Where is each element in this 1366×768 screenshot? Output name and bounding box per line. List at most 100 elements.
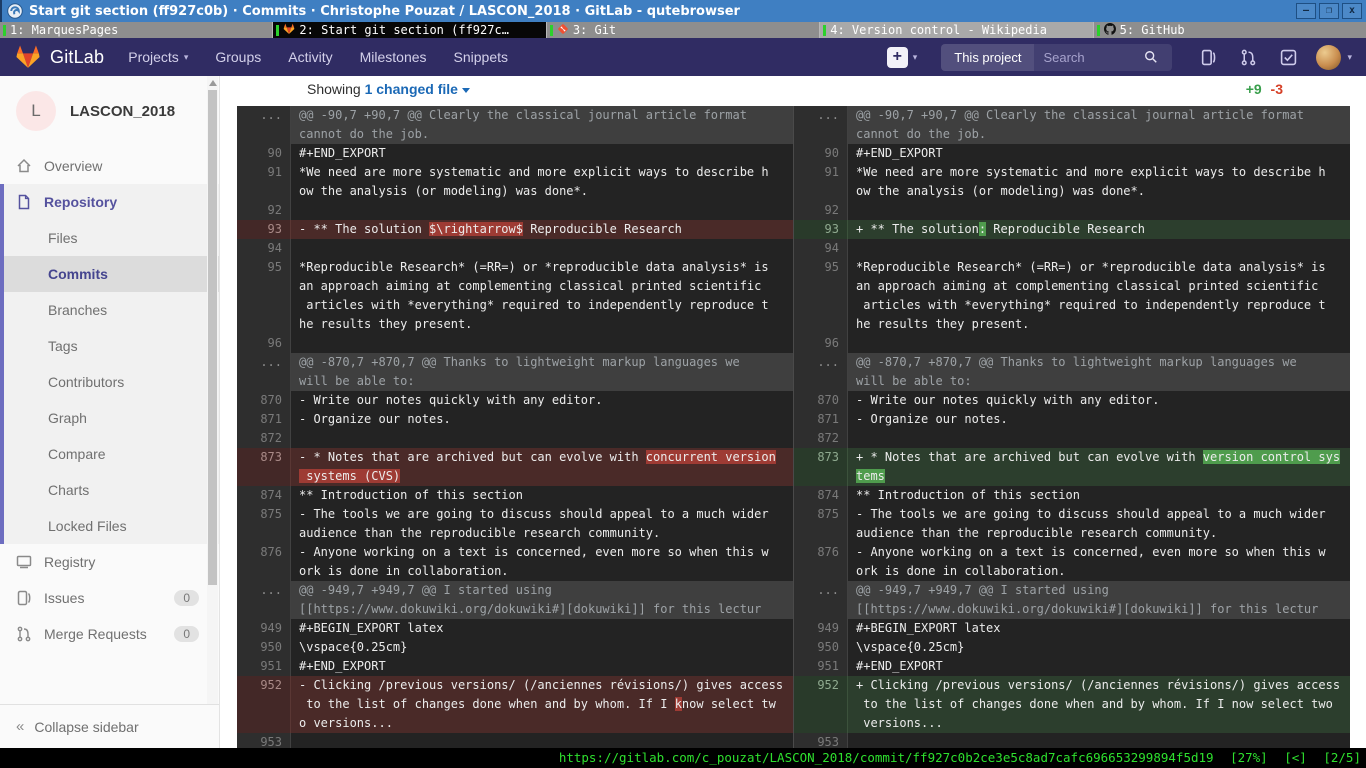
sidebar-item-issues[interactable]: Issues0 <box>0 580 219 616</box>
browser-tab-5[interactable]: 5: GitHub <box>1094 22 1366 38</box>
line-number[interactable]: 96 <box>794 334 848 353</box>
line-number[interactable]: 96 <box>237 334 291 353</box>
sidebar-item-branches[interactable]: Branches <box>4 292 219 328</box>
line-number[interactable]: 872 <box>237 429 291 448</box>
nav-menu-activity[interactable]: Activity <box>288 49 332 65</box>
line-number[interactable]: 874 <box>794 486 848 505</box>
line-number[interactable]: 94 <box>237 239 291 258</box>
sidebar-item-charts[interactable]: Charts <box>4 472 219 508</box>
nav-menu-snippets[interactable]: Snippets <box>454 49 508 65</box>
sidebar-scrollbar[interactable] <box>207 76 218 706</box>
collapse-sidebar-button[interactable]: « Collapse sidebar <box>0 704 219 748</box>
sidebar-item-registry[interactable]: Registry <box>0 544 219 580</box>
repository-section: RepositoryFilesCommitsBranchesTagsContri… <box>0 184 219 544</box>
line-number[interactable]: 953 <box>237 733 291 748</box>
line-number[interactable]: ... <box>794 106 848 144</box>
changed-files-dropdown[interactable]: 1 changed file <box>365 81 458 97</box>
diff-row: 875- The tools we are going to discuss s… <box>794 505 1350 543</box>
issues-icon[interactable] <box>1200 49 1217 66</box>
line-number[interactable]: 950 <box>237 638 291 657</box>
line-number[interactable]: 94 <box>794 239 848 258</box>
line-number[interactable]: 952 <box>794 676 848 733</box>
sidebar-item-repository[interactable]: Repository <box>4 184 219 220</box>
close-button[interactable]: x <box>1342 3 1362 19</box>
line-number[interactable]: 95 <box>794 258 848 334</box>
sidebar-item-compare[interactable]: Compare <box>4 436 219 472</box>
diff-row: 952- Clicking /previous versions/ (/anci… <box>237 676 793 733</box>
line-number[interactable]: 876 <box>794 543 848 581</box>
line-number[interactable]: 875 <box>794 505 848 543</box>
line-number[interactable]: 93 <box>237 220 291 239</box>
sidebar-item-graph[interactable]: Graph <box>4 400 219 436</box>
line-number[interactable]: 950 <box>794 638 848 657</box>
line-number[interactable]: ... <box>794 581 848 619</box>
code-text: @@ -949,7 +949,7 @@ I started using <box>299 583 552 597</box>
line-number[interactable]: 873 <box>237 448 291 486</box>
browser-tab-3[interactable]: 3: Git <box>547 22 820 38</box>
todo-check-icon[interactable] <box>1280 49 1297 66</box>
line-number[interactable]: 951 <box>794 657 848 676</box>
sidebar-item-overview[interactable]: Overview <box>0 148 219 184</box>
line-number[interactable]: 90 <box>237 144 291 163</box>
line-number[interactable]: 873 <box>794 448 848 486</box>
chevron-down-icon[interactable]: ▾ <box>913 53 918 62</box>
line-number[interactable]: 874 <box>237 486 291 505</box>
browser-tab-2[interactable]: 2: Start git section (ff927c… <box>273 22 546 38</box>
line-number[interactable]: 92 <box>794 201 848 220</box>
line-number[interactable]: 91 <box>794 163 848 201</box>
line-number[interactable]: 871 <box>794 410 848 429</box>
user-avatar[interactable] <box>1316 45 1341 70</box>
nav-menu-milestones[interactable]: Milestones <box>360 49 427 65</box>
sidebar-item-locked-files[interactable]: Locked Files <box>4 508 219 544</box>
search-input[interactable] <box>1034 50 1144 65</box>
line-number[interactable]: 90 <box>794 144 848 163</box>
line-number[interactable]: 871 <box>237 410 291 429</box>
scroll-up-arrow-icon[interactable] <box>209 80 217 86</box>
project-avatar: L <box>16 91 56 131</box>
line-number[interactable]: 872 <box>794 429 848 448</box>
code-cell: - Organize our notes. <box>291 410 793 429</box>
line-number[interactable]: ... <box>237 581 291 619</box>
line-number[interactable]: 952 <box>237 676 291 733</box>
line-number[interactable]: 876 <box>237 543 291 581</box>
line-number[interactable]: ... <box>237 353 291 391</box>
code-line <box>856 733 1350 748</box>
sidebar-item-commits[interactable]: Commits <box>4 256 219 292</box>
scrollbar-thumb[interactable] <box>208 90 217 585</box>
line-number[interactable]: 949 <box>237 619 291 638</box>
diff-row: 951 #+END_EXPORT <box>237 657 793 676</box>
line-number[interactable]: 91 <box>237 163 291 201</box>
line-number[interactable]: 92 <box>237 201 291 220</box>
browser-tab-4[interactable]: 4: Version control - Wikipedia <box>820 22 1093 38</box>
line-number[interactable]: 951 <box>237 657 291 676</box>
tab-title: 3: Git <box>573 23 616 37</box>
line-number[interactable]: ... <box>237 106 291 144</box>
merge-request-icon[interactable] <box>1240 49 1257 66</box>
line-number[interactable]: 953 <box>794 733 848 748</box>
gitlab-wordmark[interactable]: GitLab <box>50 47 104 68</box>
maximize-button[interactable]: ❐ <box>1319 3 1339 19</box>
code-cell: \vspace{0.25cm} <box>848 638 1350 657</box>
nav-menu-groups[interactable]: Groups <box>215 49 261 65</box>
sidebar-item-merge-requests[interactable]: Merge Requests0 <box>0 616 219 652</box>
code-line: #+END_EXPORT <box>299 657 793 676</box>
browser-tab-1[interactable]: 1: MarquesPages <box>0 22 273 38</box>
new-item-button[interactable]: + <box>887 47 908 68</box>
line-number[interactable]: 870 <box>794 391 848 410</box>
sidebar-item-contributors[interactable]: Contributors <box>4 364 219 400</box>
line-number[interactable]: 949 <box>794 619 848 638</box>
dropdown-caret-icon[interactable] <box>462 88 470 93</box>
code-line: ow the analysis (or modeling) was done*. <box>856 182 1350 201</box>
line-number[interactable]: 95 <box>237 258 291 334</box>
line-number[interactable]: ... <box>794 353 848 391</box>
chevron-down-icon[interactable]: ▾ <box>1347 53 1352 62</box>
minimize-button[interactable]: – <box>1296 3 1316 19</box>
sidebar-item-tags[interactable]: Tags <box>4 328 219 364</box>
line-number[interactable]: 875 <box>237 505 291 543</box>
project-header[interactable]: L LASCON_2018 <box>0 76 219 148</box>
line-number[interactable]: 93 <box>794 220 848 239</box>
sidebar-item-files[interactable]: Files <box>4 220 219 256</box>
nav-menu-projects[interactable]: Projects▾ <box>128 49 188 65</box>
line-number[interactable]: 870 <box>237 391 291 410</box>
tab-indicator-icon <box>823 25 826 36</box>
